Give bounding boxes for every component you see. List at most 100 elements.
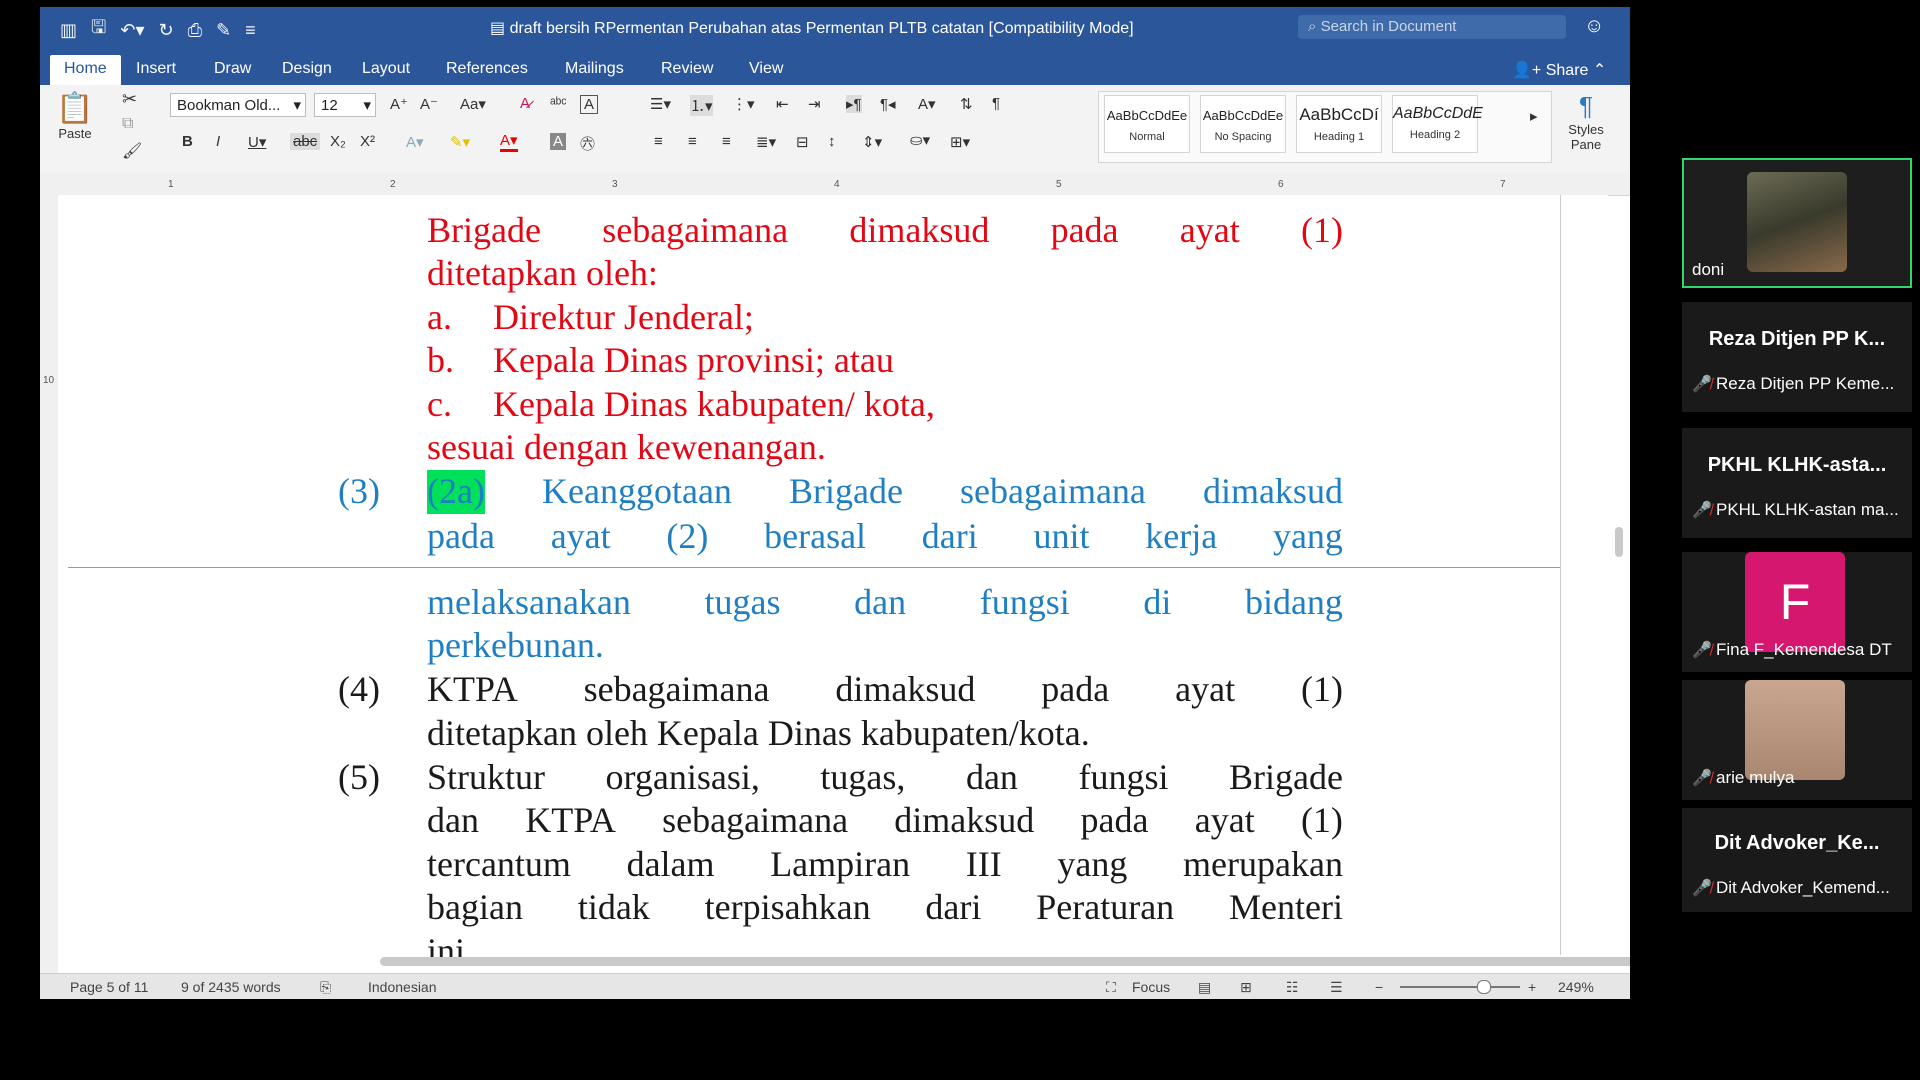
doc-list-marker: b. xyxy=(427,340,454,380)
sidebar-toggle-icon[interactable]: ▥ xyxy=(60,20,77,41)
change-case-icon[interactable]: Aa▾ xyxy=(460,95,486,113)
horizontal-ruler[interactable]: 1 2 3 4 5 6 7 xyxy=(40,173,1630,196)
share-button[interactable]: 👤+ Share ⌃ xyxy=(1512,60,1606,80)
enclose-characters-icon[interactable]: ㊅ xyxy=(580,133,595,154)
superscript-button[interactable]: X² xyxy=(360,133,375,150)
shrink-font-icon[interactable]: A⁻ xyxy=(420,95,438,113)
print-icon[interactable]: ⎙ xyxy=(188,20,202,41)
document-title: ▤ draft bersih RPermentan Perubahan atas… xyxy=(490,20,1134,37)
participant-tile-dit-advoker[interactable]: Dit Advoker_Ke... 🎤̸ Dit Advoker_Kemend.… xyxy=(1682,808,1912,912)
line-spacing-icon[interactable]: ↕ xyxy=(828,133,836,150)
word-count[interactable]: 9 of 2435 words xyxy=(181,979,281,995)
search-input[interactable]: ⌕ Search in Document xyxy=(1298,15,1566,39)
tab-insert[interactable]: Insert xyxy=(122,55,190,83)
web-layout-icon[interactable]: ⊞ xyxy=(1240,979,1252,996)
styles-more-icon[interactable]: ▸ xyxy=(1530,107,1538,125)
distributed-icon[interactable]: ⊟ xyxy=(796,133,809,151)
increase-indent-icon[interactable]: ⇥ xyxy=(808,95,821,113)
tab-home[interactable]: Home xyxy=(50,55,121,85)
tab-design[interactable]: Design xyxy=(268,55,346,83)
feedback-smiley-icon[interactable]: ☺ xyxy=(1584,15,1604,38)
highlight-color-icon[interactable]: ✎▾ xyxy=(450,133,470,151)
styles-pane-button[interactable]: ¶ Styles Pane xyxy=(1560,91,1612,152)
undo-icon[interactable]: ↶▾ xyxy=(120,20,144,41)
numbering-icon[interactable]: ⒈▾ xyxy=(690,95,713,116)
ltr-paragraph-icon[interactable]: ▸¶ xyxy=(846,95,862,113)
document-page[interactable]: Brigade sebagaimana dimaksud pada ayat (1) di… xyxy=(58,195,1608,971)
font-name-select[interactable]: Bookman Old... ▾ xyxy=(170,93,306,117)
document-icon: ▤ xyxy=(490,20,510,37)
redo-icon[interactable]: ↻ xyxy=(158,20,173,41)
edit-icon[interactable]: ✎ xyxy=(216,20,231,41)
tab-draw[interactable]: Draw xyxy=(200,55,265,83)
tab-layout[interactable]: Layout xyxy=(348,55,424,83)
customize-qat-icon[interactable]: ≡ xyxy=(245,20,256,41)
print-layout-icon[interactable]: ▤ xyxy=(1198,979,1211,996)
cut-icon[interactable]: ✂ xyxy=(122,89,137,110)
multilevel-list-icon[interactable]: ⋮▾ xyxy=(732,95,755,113)
tab-review[interactable]: Review xyxy=(647,55,727,83)
character-border-icon[interactable]: A xyxy=(580,95,599,114)
focus-button[interactable]: Focus xyxy=(1132,979,1170,995)
style-heading-1[interactable]: AaBbCcDí Heading 1 xyxy=(1296,95,1382,153)
participant-tile-reza[interactable]: Reza Ditjen PP K... 🎤̸ Reza Ditjen PP Ke… xyxy=(1682,302,1912,412)
character-shading-icon[interactable]: A xyxy=(550,133,567,150)
horizontal-scrollbar[interactable] xyxy=(380,957,1630,966)
decrease-indent-icon[interactable]: ⇤ xyxy=(776,95,789,113)
copy-icon[interactable]: ⧉ xyxy=(122,115,133,133)
zoom-out-button[interactable]: − xyxy=(1375,979,1383,995)
tab-references[interactable]: References xyxy=(432,55,542,83)
muted-mic-icon: 🎤̸ xyxy=(1692,376,1712,393)
participant-tile-arie[interactable]: 🎤̸ arie mulya xyxy=(1682,680,1912,800)
page-break-line xyxy=(68,567,1560,568)
zoom-slider[interactable] xyxy=(1400,986,1520,988)
save-icon[interactable]: 🖫 xyxy=(91,15,106,45)
italic-button[interactable]: I xyxy=(216,133,220,150)
underline-button[interactable]: U▾ xyxy=(248,133,266,151)
phonetic-guide-icon[interactable]: ᵃᵇᶜ xyxy=(550,95,567,112)
show-formatting-marks-icon[interactable]: ¶ xyxy=(992,95,1000,112)
clear-formatting-icon[interactable]: A̷ xyxy=(520,95,530,112)
font-color-icon[interactable]: A▾ xyxy=(500,131,518,152)
zoom-level[interactable]: 249% xyxy=(1558,979,1594,995)
focus-icon[interactable]: ⛶ xyxy=(1106,979,1116,996)
language-indicator[interactable]: Indonesian xyxy=(368,979,437,995)
asian-layout-icon[interactable]: A▾ xyxy=(918,95,936,113)
draft-view-icon[interactable]: ☰ xyxy=(1330,979,1343,996)
justify-icon[interactable]: ≣▾ xyxy=(756,133,776,151)
strikethrough-button[interactable]: abc xyxy=(290,133,321,150)
paste-button[interactable]: 📋 Paste xyxy=(50,91,100,141)
style-no-spacing[interactable]: AaBbCcDdEe No Spacing xyxy=(1200,95,1286,153)
format-painter-icon[interactable]: 🖌 xyxy=(122,141,142,161)
word-window: ▥ 🖫 ↶▾ ↻ ⎙ ✎ ≡ ▤ draft bersih RPermentan… xyxy=(40,7,1630,999)
vertical-scrollbar[interactable] xyxy=(1615,527,1623,557)
doc-line: ini. xyxy=(427,931,475,971)
doc-list-marker: a. xyxy=(427,297,452,337)
text-effects-icon[interactable]: A▾ xyxy=(406,133,424,151)
style-normal[interactable]: AaBbCcDdEe Normal xyxy=(1104,95,1190,153)
participant-tile-fina[interactable]: F 🎤̸ Fina F_Kemendesa DT xyxy=(1682,552,1912,672)
participant-tile-pkhl[interactable]: PKHL KLHK-asta... 🎤̸ PKHL KLHK-astan ma.… xyxy=(1682,428,1912,538)
participant-tile-doni[interactable]: doni xyxy=(1682,158,1912,288)
shading-icon[interactable]: ⛀▾ xyxy=(910,131,930,149)
tab-view[interactable]: View xyxy=(735,55,797,83)
bullets-icon[interactable]: ☰▾ xyxy=(650,95,671,113)
align-center-icon[interactable]: ≡ xyxy=(688,133,697,150)
bold-button[interactable]: B xyxy=(182,133,193,150)
tab-mailings[interactable]: Mailings xyxy=(551,55,638,83)
paragraph-spacing-icon[interactable]: ⇕▾ xyxy=(862,133,882,151)
sort-icon[interactable]: ⇅ xyxy=(960,95,973,113)
subscript-button[interactable]: X₂ xyxy=(330,133,346,150)
rtl-paragraph-icon[interactable]: ¶◂ xyxy=(880,95,896,113)
borders-icon[interactable]: ⊞▾ xyxy=(950,133,970,151)
align-left-icon[interactable]: ≡ xyxy=(654,133,663,150)
zoom-slider-thumb[interactable] xyxy=(1477,980,1491,994)
font-size-select[interactable]: 12 ▾ xyxy=(314,93,376,117)
style-heading-2[interactable]: AaBbCcDdE Heading 2 xyxy=(1392,95,1483,153)
outline-view-icon[interactable]: ☷ xyxy=(1286,979,1299,996)
align-right-icon[interactable]: ≡ xyxy=(722,133,731,150)
grow-font-icon[interactable]: A⁺ xyxy=(390,95,408,113)
zoom-in-button[interactable]: + xyxy=(1528,979,1536,995)
page-count[interactable]: Page 5 of 11 xyxy=(70,979,148,995)
proofing-icon[interactable]: ⎘ xyxy=(320,979,331,996)
